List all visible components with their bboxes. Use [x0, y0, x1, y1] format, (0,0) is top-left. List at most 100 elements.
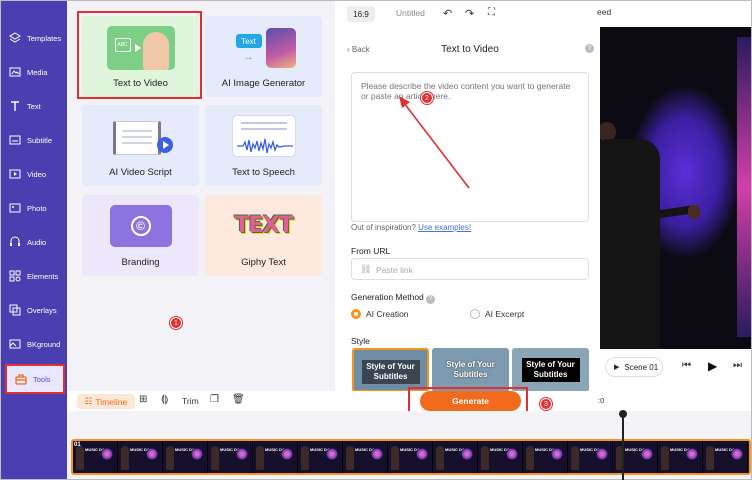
from-url-label: From URL [351, 246, 391, 256]
vinyl-disk-icon [641, 448, 653, 460]
playhead-knob[interactable] [619, 410, 627, 418]
giphy-text-thumbnail: TEXT [230, 205, 298, 249]
link-icon: ⛓ [360, 264, 372, 274]
sidebar-item-video[interactable]: Video [1, 159, 67, 189]
timeline-thumbnail: MUSIC DAY [703, 441, 748, 473]
sidebar-item-templates[interactable]: Templates [1, 23, 67, 53]
performer-body [600, 139, 660, 349]
sidebar-item-elements[interactable]: Elements [1, 261, 67, 291]
skip-forward-icon[interactable]: ⏭ [733, 360, 742, 371]
timeline-thumbnail: MUSIC DAY [613, 441, 658, 473]
vinyl-disk-icon [236, 448, 248, 460]
thumbnail-performer [661, 446, 669, 470]
skip-back-icon[interactable]: ⏮ [682, 360, 691, 371]
vinyl-disk-icon [371, 448, 383, 460]
text-to-video-panel: ‹ Back Text to Video ? Out of inspiratio… [340, 27, 600, 392]
timeline-thumbnail: MUSIC DAY [343, 441, 388, 473]
thumbnail-performer [76, 446, 84, 470]
aspect-ratio-button[interactable]: 16:9 [347, 6, 375, 22]
style-option-2[interactable]: Style of Your Subtitles [432, 348, 509, 392]
use-examples-link[interactable]: Use examples! [418, 223, 471, 232]
sidebar-item-subtitle[interactable]: Subtitle [1, 125, 67, 155]
video-icon [9, 168, 21, 180]
style-sample-text: Style of Your Subtitles [361, 360, 420, 384]
tool-card-text-to-speech[interactable]: Text to Speech [205, 105, 322, 186]
video-preview[interactable] [600, 27, 751, 349]
sidebar-item-photo[interactable]: Photo [1, 193, 67, 223]
timeline-thumbnail: MUSIC DAY [253, 441, 298, 473]
tool-card-label: AI Video Script [109, 167, 172, 178]
vinyl-disk-icon [461, 448, 473, 460]
background-icon [9, 338, 21, 350]
inspiration-hint: Out of inspiration? Use examples! [351, 223, 471, 232]
style-option-3[interactable]: Style of Your Subtitles [512, 348, 589, 392]
overlays-icon [9, 304, 21, 316]
panel-title: Text to Video [441, 44, 499, 55]
sidebar-item-media[interactable]: Media [1, 57, 67, 87]
sidebar-item-label: Elements [27, 271, 59, 281]
layers-icon [9, 32, 21, 44]
vinyl-disk-icon [596, 448, 608, 460]
radio-ai-creation[interactable]: AI Creation [351, 309, 409, 319]
split-icon[interactable]: ⟬⟭ [161, 394, 168, 405]
text-chip: Text [235, 34, 262, 48]
sidebar-item-label: Video [27, 169, 47, 179]
timeline-playhead[interactable] [619, 410, 627, 480]
thumbnail-performer [706, 446, 714, 470]
delete-icon[interactable]: 🗑 [232, 394, 245, 405]
thumbnail-performer [121, 446, 129, 470]
thumbnail-performer [391, 446, 399, 470]
tool-card-giphy-text[interactable]: TEXT Giphy Text [205, 195, 322, 276]
video-description-input[interactable] [351, 72, 589, 222]
radio-ai-excerpt[interactable]: AI Excerpt [470, 309, 524, 319]
sidebar-item-audio[interactable]: Audio [1, 227, 67, 257]
stage-light-beam [737, 37, 751, 337]
performer-hand [688, 205, 700, 219]
tool-card-ai-video-script[interactable]: AI Video Script [82, 105, 199, 186]
generated-portrait-image [265, 28, 296, 68]
fullscreen-icon[interactable]: ⛶ [488, 7, 495, 18]
thumbnail-performer [436, 446, 444, 470]
text-icon [9, 100, 21, 112]
timeline-thumbnail: MUSIC DAY [523, 441, 568, 473]
ai-image-thumbnail: Text → [230, 26, 298, 70]
thumbnail-performer [346, 446, 354, 470]
vinyl-disk-icon [551, 448, 563, 460]
info-icon[interactable]: ? [426, 295, 436, 304]
thumbnail-performer [256, 446, 264, 470]
speed-label-fragment: eed [597, 7, 612, 17]
sidebar-item-bkground[interactable]: BKground [1, 329, 67, 359]
project-title[interactable]: Untitled [396, 8, 425, 18]
sidebar-item-label: Templates [27, 33, 62, 43]
timeline-tab-label: Timeline [95, 396, 128, 407]
sidebar-item-text[interactable]: Text [1, 91, 67, 121]
trim-button[interactable]: Trim [182, 396, 199, 406]
thumbnail-performer [481, 446, 489, 470]
help-icon[interactable]: ? [585, 44, 594, 53]
tool-card-ai-image-generator[interactable]: Text → AI Image Generator [205, 16, 322, 97]
timeline-tab[interactable]: ☷ Timeline [77, 394, 135, 409]
duplicate-icon[interactable]: ❐ [210, 394, 219, 405]
branding-thumbnail: © [109, 205, 172, 247]
sidebar-item-tools[interactable]: Tools [5, 364, 65, 394]
audio-icon [9, 236, 21, 248]
sidebar-item-overlays[interactable]: Overlays [1, 295, 67, 325]
sidebar: Templates Media Text Subtitle Video Photo Audi… [1, 1, 67, 479]
redo-icon[interactable]: ↷ [465, 7, 474, 20]
thumbnail-performer [211, 446, 219, 470]
style-option-1[interactable]: Style of Your Subtitles [352, 348, 429, 392]
video-clip-strip[interactable]: MUSIC DAY 01 MUSIC DAY MUSIC DAY MUSIC DAY MU… [71, 439, 751, 475]
arrow-right-icon: → [243, 52, 254, 63]
url-input[interactable]: ⛓ Paste link [351, 258, 589, 280]
clip-marker: 01 [74, 442, 81, 448]
play-icon[interactable]: ▶ [708, 359, 717, 373]
timeline-time-fragment: :0 [598, 396, 605, 405]
sidebar-item-label: Overlays [27, 305, 57, 315]
undo-icon[interactable]: ↶ [443, 7, 452, 20]
timeline-thumbnail: MUSIC DAY [658, 441, 703, 473]
add-icon[interactable]: ⊞ [139, 394, 147, 405]
vinyl-disk-icon [686, 448, 698, 460]
tool-card-branding[interactable]: © Branding [82, 195, 199, 276]
scene-selector[interactable]: ▶ Scene 01 [605, 357, 663, 377]
tool-card-label: AI Image Generator [221, 78, 306, 89]
